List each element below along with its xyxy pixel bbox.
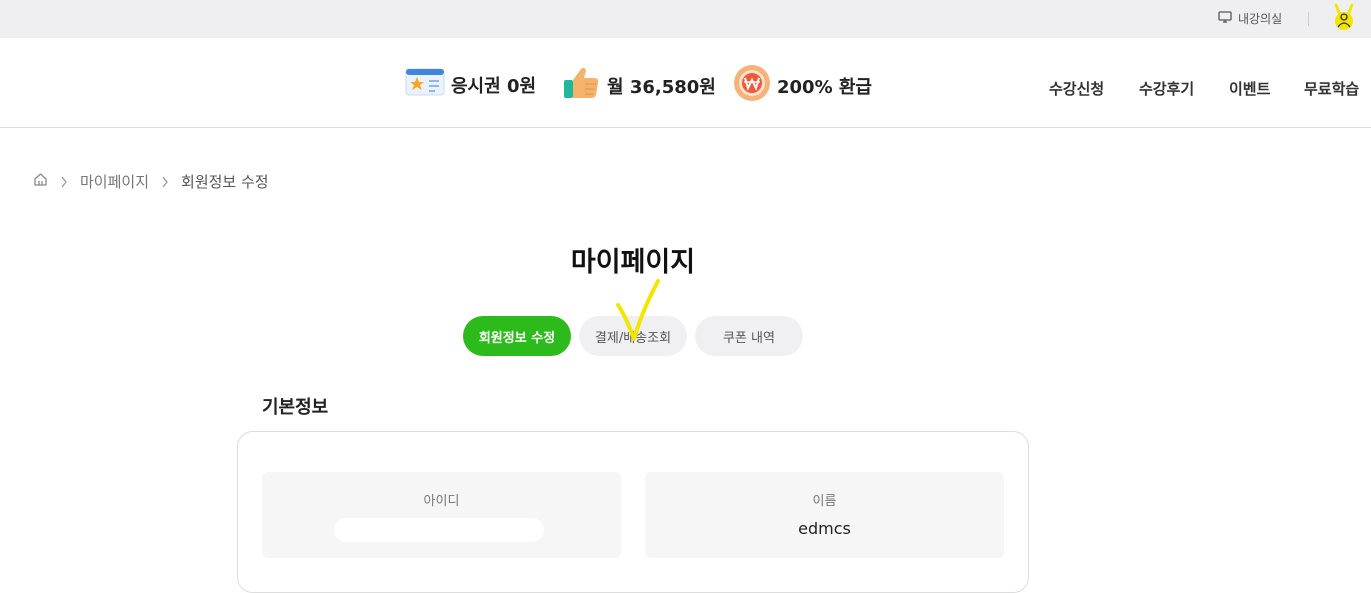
basic-info-card: 아이디 이름 edmcs bbox=[237, 431, 1029, 593]
monitor-icon bbox=[1218, 11, 1232, 26]
user-icon[interactable] bbox=[1330, 3, 1358, 37]
promo-refund-label: 200% 환급 bbox=[777, 76, 872, 98]
my-classroom-label: 내강의실 bbox=[1238, 12, 1283, 26]
tab-coupons[interactable]: 쿠폰 내역 bbox=[695, 316, 803, 356]
promo-exam-ticket-label: 응시권 0원 bbox=[451, 75, 537, 97]
chevron-right-icon bbox=[60, 176, 68, 188]
top-utility-bar: 내강의실 bbox=[0, 0, 1371, 38]
id-label: 아이디 bbox=[423, 494, 460, 509]
main-header: 응시권 0원 월 36,580원 200% 환급 수강신청 수강후기 이벤트 무… bbox=[0, 38, 1371, 128]
promo-exam-ticket[interactable]: 응시권 0원 bbox=[405, 68, 536, 101]
name-field-box: 이름 edmcs bbox=[645, 472, 1004, 558]
nav-enroll[interactable]: 수강신청 bbox=[1049, 78, 1104, 99]
promo-refund[interactable]: 200% 환급 bbox=[733, 64, 872, 107]
chevron-right-icon bbox=[161, 176, 169, 188]
id-field-box: 아이디 bbox=[262, 472, 621, 558]
basic-info-title: 기본정보 bbox=[262, 397, 329, 418]
nav-reviews[interactable]: 수강후기 bbox=[1139, 78, 1194, 99]
home-icon[interactable] bbox=[33, 172, 48, 191]
promo-monthly-price[interactable]: 월 36,580원 bbox=[563, 66, 716, 105]
won-coin-icon bbox=[733, 64, 771, 107]
breadcrumb-current: 회원정보 수정 bbox=[181, 173, 269, 191]
tab-member-info[interactable]: 회원정보 수정 bbox=[463, 316, 571, 356]
breadcrumb-mypage[interactable]: 마이페이지 bbox=[80, 171, 149, 192]
id-field[interactable] bbox=[334, 518, 544, 542]
nav-events[interactable]: 이벤트 bbox=[1229, 78, 1270, 99]
ticket-icon bbox=[405, 68, 445, 101]
name-value: edmcs bbox=[798, 519, 851, 538]
promo-monthly-price-label: 월 36,580원 bbox=[607, 76, 716, 98]
nav-free-learning[interactable]: 무료학습 bbox=[1304, 78, 1359, 99]
tab-payment-delivery[interactable]: 결제/배송조회 bbox=[579, 316, 687, 356]
page-title: 마이페이지 bbox=[570, 247, 696, 278]
name-label: 이름 bbox=[812, 494, 837, 509]
breadcrumb: 마이페이지 회원정보 수정 bbox=[33, 171, 269, 192]
my-classroom-link[interactable]: 내강의실 bbox=[1218, 10, 1282, 27]
topbar-divider bbox=[1308, 12, 1309, 26]
thumbs-up-icon bbox=[563, 66, 601, 105]
